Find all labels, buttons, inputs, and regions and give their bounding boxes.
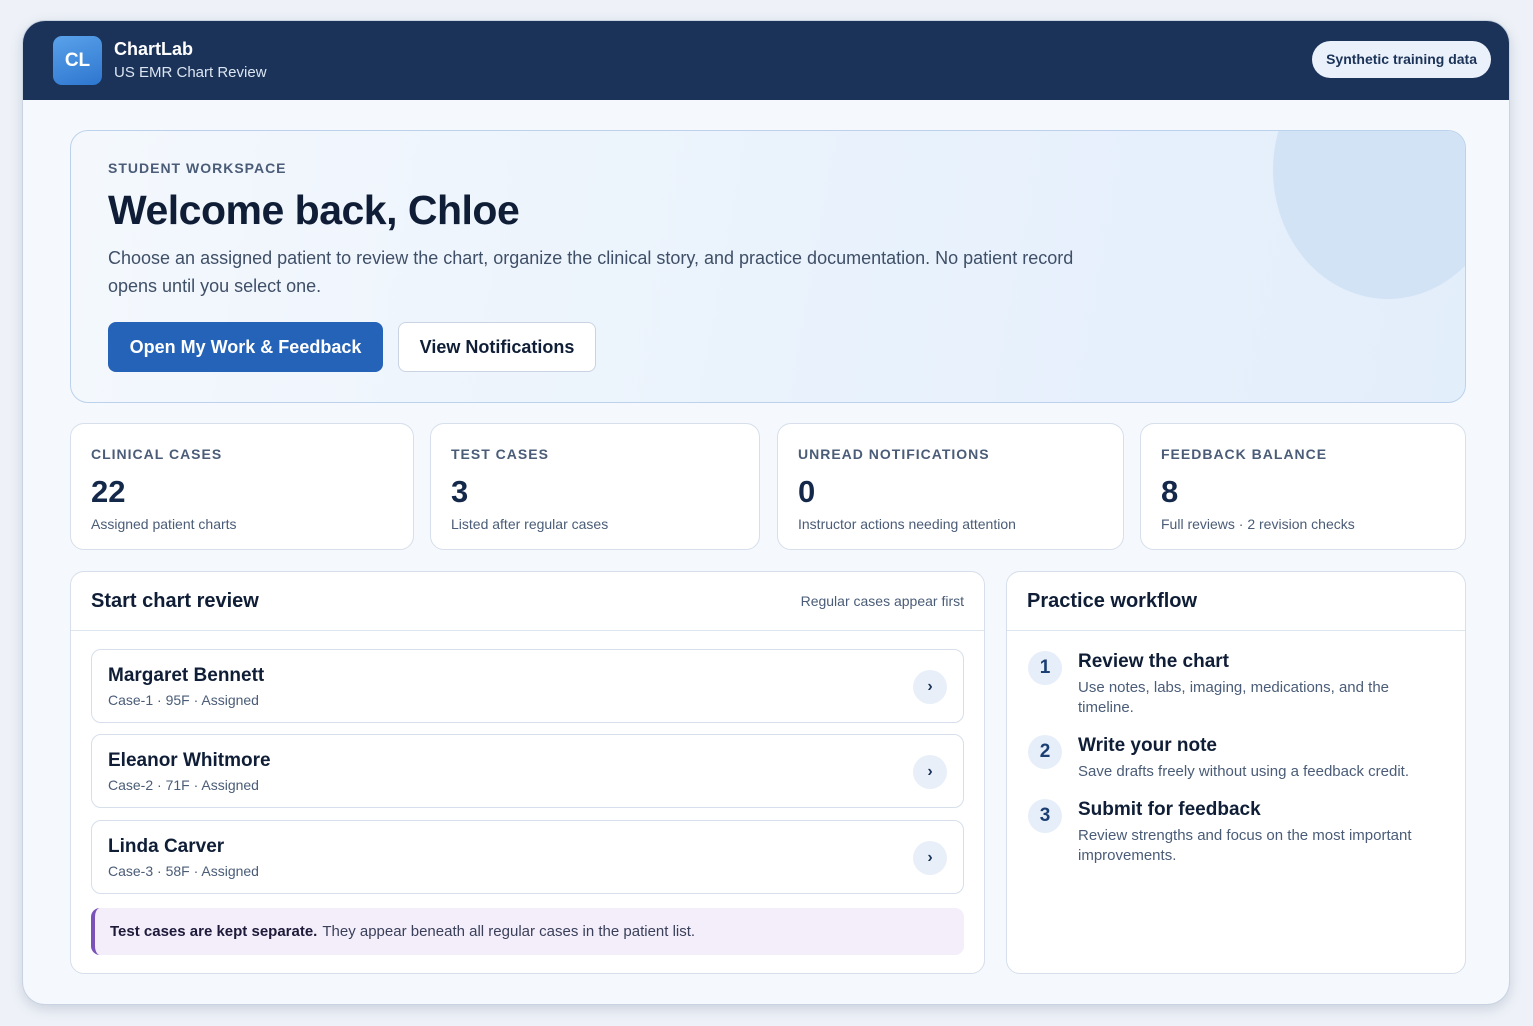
app-subtitle: US EMR Chart Review <box>114 63 267 81</box>
step-number: 3 <box>1028 799 1062 833</box>
chevron-right-icon[interactable]: › <box>913 670 947 704</box>
case-meta: Case-2 · 71F · Assigned <box>108 777 259 793</box>
stat-value: 22 <box>91 474 126 509</box>
app-name: ChartLab <box>114 38 194 59</box>
page-title: Welcome back, Chloe <box>108 187 520 233</box>
chevron-right-icon[interactable]: › <box>913 755 947 789</box>
stat-desc: Assigned patient charts <box>91 516 237 532</box>
case-meta: Case-3 · 58F · Assigned <box>108 863 259 879</box>
case-meta: Case-1 · 95F · Assigned <box>108 692 259 708</box>
step-title: Write your note <box>1078 735 1217 756</box>
stat-desc: Instructor actions needing attention <box>798 516 1016 532</box>
stat-desc: Full reviews · 2 revision checks <box>1161 516 1355 532</box>
practice-workflow-panel: Practice workflow 1 Review the chart Use… <box>1006 571 1466 974</box>
patient-name: Eleanor Whitmore <box>108 750 271 771</box>
decorative-circle <box>1273 131 1465 299</box>
panel-header: Practice workflow <box>1007 572 1465 631</box>
stat-card-test-cases: TEST CASES 3 Listed after regular cases <box>430 423 760 550</box>
case-row[interactable]: Eleanor Whitmore Case-2 · 71F · Assigned… <box>91 734 964 808</box>
step-title: Review the chart <box>1078 651 1229 672</box>
welcome-hero: STUDENT WORKSPACE Welcome back, Chloe Ch… <box>70 130 1466 403</box>
synthetic-data-badge: Synthetic training data <box>1312 41 1491 78</box>
hero-description: Choose an assigned patient to review the… <box>108 248 1074 296</box>
step-number: 1 <box>1028 651 1062 685</box>
view-notifications-button[interactable]: View Notifications <box>398 322 596 372</box>
chart-review-panel: Start chart review Regular cases appear … <box>70 571 985 974</box>
notice-strong: Test cases are kept separate. <box>110 923 318 940</box>
stat-label: UNREAD NOTIFICATIONS <box>798 446 990 462</box>
panel-hint: Regular cases appear first <box>800 593 964 609</box>
brand: ChartLab US EMR Chart Review <box>114 38 267 84</box>
patient-name: Margaret Bennett <box>108 665 265 686</box>
stat-card-unread-notifications: UNREAD NOTIFICATIONS 0 Instructor action… <box>777 423 1124 550</box>
panel-title: Practice workflow <box>1027 589 1198 612</box>
app-window: CL ChartLab US EMR Chart Review Syntheti… <box>23 21 1509 1004</box>
stat-label: TEST CASES <box>451 446 549 462</box>
stat-value: 8 <box>1161 474 1179 509</box>
stat-desc: Listed after regular cases <box>451 516 609 532</box>
chevron-right-icon[interactable]: › <box>913 841 947 875</box>
patient-name: Linda Carver <box>108 836 225 857</box>
panel-header: Start chart review Regular cases appear … <box>71 572 984 631</box>
test-cases-notice: Test cases are kept separate. They appea… <box>91 908 964 955</box>
stat-card-feedback-balance: FEEDBACK BALANCE 8 Full reviews · 2 revi… <box>1140 423 1466 550</box>
case-row[interactable]: Linda Carver Case-3 · 58F · Assigned › <box>91 820 964 894</box>
stat-card-clinical-cases: CLINICAL CASES 22 Assigned patient chart… <box>70 423 414 550</box>
stat-label: FEEDBACK BALANCE <box>1161 446 1328 462</box>
stat-value: 0 <box>798 474 816 509</box>
step-desc: Save drafts freely without using a feedb… <box>1078 763 1410 780</box>
stat-value: 3 <box>451 474 469 509</box>
notice-text: They appear beneath all regular cases in… <box>322 923 696 940</box>
app-logo: CL <box>53 36 102 85</box>
step-desc: Review strengths and focus on the most i… <box>1078 827 1412 864</box>
step-number: 2 <box>1028 735 1062 769</box>
hero-eyebrow: STUDENT WORKSPACE <box>108 160 287 176</box>
open-work-feedback-button[interactable]: Open My Work & Feedback <box>108 322 383 372</box>
case-row[interactable]: Margaret Bennett Case-1 · 95F · Assigned… <box>91 649 964 723</box>
top-bar: CL ChartLab US EMR Chart Review Syntheti… <box>23 21 1509 100</box>
stat-label: CLINICAL CASES <box>91 446 223 462</box>
step-title: Submit for feedback <box>1078 799 1261 820</box>
panel-title: Start chart review <box>91 589 259 612</box>
step-desc: Use notes, labs, imaging, medications, a… <box>1078 679 1390 716</box>
